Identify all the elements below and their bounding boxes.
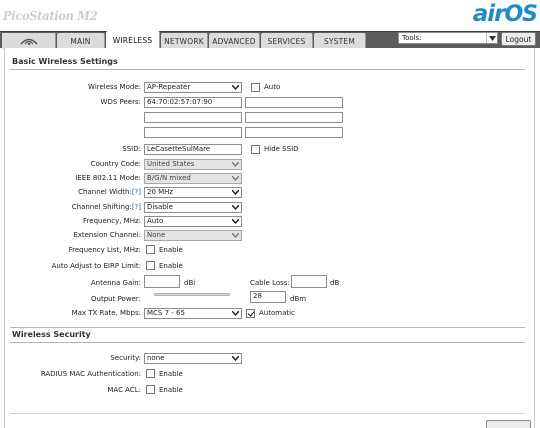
- cable-loss-input[interactable]: [291, 275, 327, 288]
- wds-peer-5-input[interactable]: [144, 127, 242, 138]
- tab-system[interactable]: SYSTEM: [314, 33, 366, 49]
- channel-width-label: Channel Width:[?]: [78, 188, 141, 196]
- antenna-gain-input[interactable]: [144, 275, 180, 288]
- output-power-input[interactable]: 28: [250, 291, 286, 303]
- max-tx-rate-label: Max TX Rate, Mbps:: [71, 309, 141, 317]
- max-tx-rate-select[interactable]: MCS 7 - 65: [144, 308, 242, 319]
- security-select[interactable]: none: [144, 353, 242, 364]
- section-title-security: Wireless Security: [12, 330, 91, 339]
- wireless-mode-label: Wireless Mode:: [88, 83, 141, 91]
- ssid-input[interactable]: LeCasetteSulMare: [144, 144, 242, 155]
- frequency-list-checkbox[interactable]: [146, 245, 155, 254]
- tab-main[interactable]: MAIN: [57, 33, 105, 49]
- wireless-mode-auto-checkbox[interactable]: [251, 83, 260, 92]
- chevron-down-icon: [231, 84, 240, 91]
- output-power-slider[interactable]: [154, 293, 230, 296]
- eirp-label: Auto Adjust to EIRP Limit:: [51, 262, 141, 270]
- country-code-label: Country Code:: [90, 160, 141, 168]
- frequency-list-enable-label: Enable: [159, 246, 183, 254]
- tab-advanced[interactable]: ADVANCED: [209, 33, 260, 49]
- section-divider: [10, 327, 525, 328]
- change-button[interactable]: [486, 420, 531, 428]
- tab-wireless[interactable]: WIRELESS: [106, 31, 160, 49]
- wds-peer-2-input[interactable]: [245, 97, 343, 108]
- chevron-down-icon: [231, 232, 240, 239]
- mac-acl-enable-label: Enable: [159, 386, 183, 394]
- antenna-gain-unit: dBi: [184, 279, 196, 287]
- channel-shifting-label: Channel Shifting:[?]: [71, 203, 141, 211]
- ieee-mode-label: IEEE 802.11 Mode:: [75, 174, 141, 182]
- chevron-down-icon: [231, 355, 240, 362]
- chevron-down-icon: [231, 310, 240, 317]
- ieee-mode-select: B/G/N mixed: [144, 173, 242, 184]
- antenna-gain-label: Antenna Gain:: [90, 279, 141, 287]
- ssid-label: SSID:: [122, 145, 141, 153]
- wds-peer-1-input[interactable]: 64:70:02:57:07:90: [144, 97, 242, 108]
- channel-shifting-help-link[interactable]: [?]: [132, 203, 141, 211]
- chevron-down-icon: [486, 33, 497, 43]
- wds-peer-3-input[interactable]: [144, 112, 242, 123]
- radius-mac-auth-checkbox[interactable]: [146, 369, 155, 378]
- tab-services[interactable]: SERVICES: [261, 33, 313, 49]
- eirp-checkbox[interactable]: [146, 261, 155, 270]
- section-title-basic: Basic Wireless Settings: [12, 57, 118, 66]
- radius-enable-label: Enable: [159, 370, 183, 378]
- hide-ssid-checkbox[interactable]: [251, 145, 260, 154]
- tools-select[interactable]: Tools:: [398, 32, 498, 44]
- ubiquiti-logo-icon: [19, 38, 38, 46]
- tx-rate-automatic-checkbox[interactable]: [246, 309, 255, 318]
- chevron-down-icon: [231, 189, 240, 196]
- hide-ssid-label: Hide SSID: [264, 145, 299, 153]
- radius-mac-auth-label: RADIUS MAC Authentication:: [40, 370, 141, 378]
- wds-peer-6-input[interactable]: [245, 127, 343, 138]
- extension-channel-label: Extension Channel:: [73, 231, 141, 239]
- frequency-list-label: Frequency List, MHz:: [68, 246, 141, 254]
- chevron-down-icon: [231, 218, 240, 225]
- channel-shifting-select[interactable]: Disable: [144, 202, 242, 213]
- output-power-label: Output Power:: [91, 295, 141, 303]
- frequency-select[interactable]: Auto: [144, 216, 242, 227]
- eirp-enable-label: Enable: [159, 262, 183, 270]
- output-power-unit: dBm: [290, 295, 307, 303]
- extension-channel-select: None: [144, 230, 242, 241]
- cable-loss-unit: dB: [330, 279, 340, 287]
- automatic-label: Automatic: [259, 309, 295, 317]
- wds-peers-label: WDS Peers:: [100, 98, 141, 106]
- cable-loss-label: Cable Loss:: [250, 279, 290, 287]
- tab-ubnt-logo[interactable]: [2, 33, 56, 49]
- channel-width-select[interactable]: 20 MHz: [144, 187, 242, 198]
- section-divider: [10, 413, 525, 414]
- product-name: PicoStation M2: [3, 9, 98, 23]
- logout-button[interactable]: Logout: [501, 32, 536, 46]
- airos-logo: air OS: [472, 1, 538, 27]
- chevron-down-icon: [231, 175, 240, 182]
- auto-label: Auto: [264, 83, 281, 91]
- frequency-label: Frequency, MHz:: [83, 217, 141, 225]
- security-label: Security:: [110, 354, 141, 362]
- section-divider: [10, 69, 525, 70]
- channel-width-help-link[interactable]: [?]: [132, 188, 141, 196]
- mac-acl-label: MAC ACL:: [107, 386, 141, 394]
- mac-acl-checkbox[interactable]: [146, 385, 155, 394]
- section-divider: [10, 342, 525, 343]
- chevron-down-icon: [231, 161, 240, 168]
- chevron-down-icon: [231, 204, 240, 211]
- wds-peer-4-input[interactable]: [245, 112, 343, 123]
- country-code-select: United States: [144, 159, 242, 170]
- wireless-mode-select[interactable]: AP-Repeater: [144, 82, 242, 93]
- tab-network[interactable]: NETWORK: [161, 33, 208, 49]
- header: PicoStation M2 air OS: [0, 0, 540, 31]
